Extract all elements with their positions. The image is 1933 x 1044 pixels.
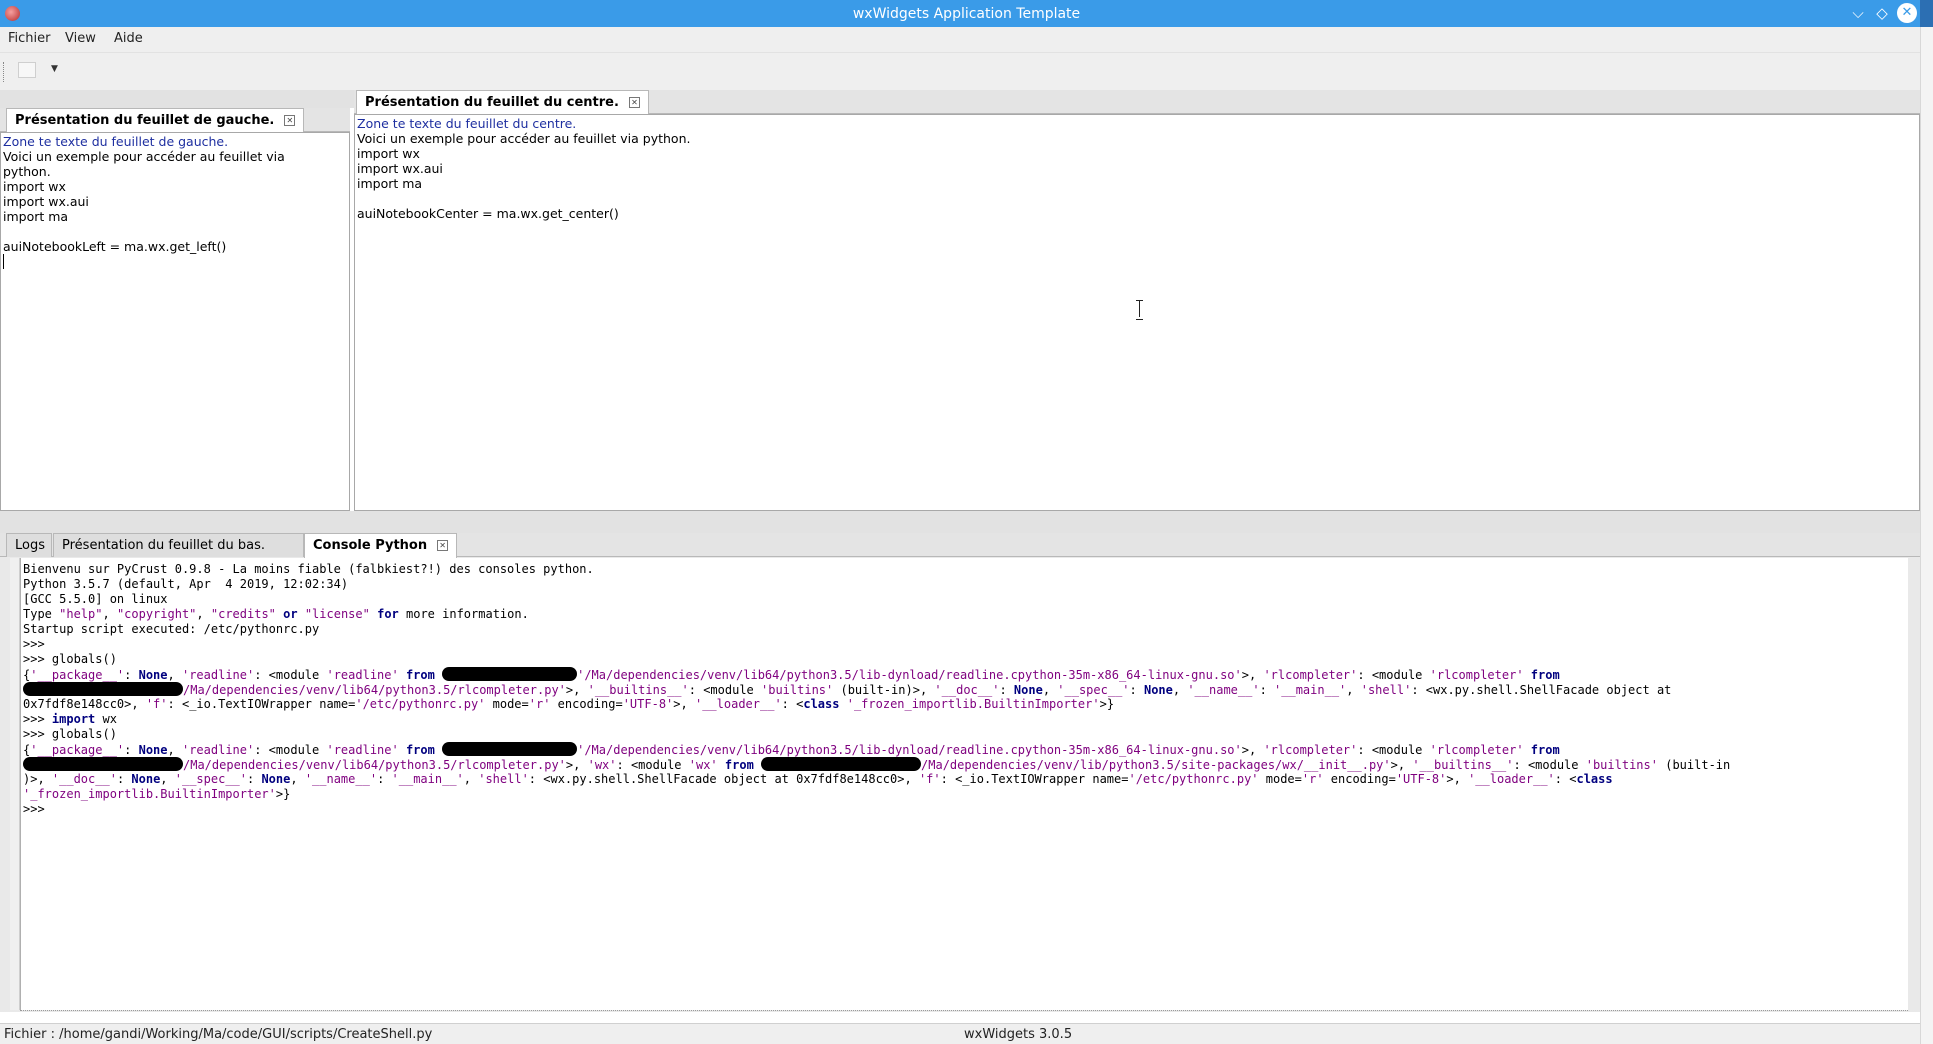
bottom-notebook: Logs Présentation du feuillet du bas. Co… — [0, 533, 1920, 1012]
middle-sash[interactable] — [0, 511, 1920, 533]
status-version: wxWidgets 3.0.5 — [964, 1027, 1073, 1042]
menu-bar: Fichier View Aide — [0, 27, 1920, 52]
console-line: >>> globals() — [23, 727, 117, 741]
menu-view[interactable]: View — [65, 31, 96, 46]
console-line: >>> import wx — [23, 712, 117, 726]
center-tab-bar: Présentation du feuillet du centre. ✕ — [354, 90, 1920, 115]
tab-logs[interactable]: Logs — [6, 533, 52, 557]
window-title: wxWidgets Application Template — [852, 6, 1081, 22]
maximize-button[interactable]: ◇ — [1872, 3, 1892, 23]
minimize-button[interactable]: ⌵ — [1848, 3, 1868, 23]
console-line: Startup script executed: /etc/pythonrc.p… — [23, 622, 320, 636]
left-tab-bar: Présentation du feuillet de gauche. ✕ — [0, 108, 350, 133]
left-notebook: Présentation du feuillet de gauche. ✕ Zon… — [0, 108, 350, 511]
bottom-tab-bar: Logs Présentation du feuillet du bas. Co… — [0, 533, 1920, 558]
text-line: import wx.aui — [357, 161, 443, 176]
tab-label: Logs — [15, 538, 45, 553]
text-line: import wx — [3, 179, 66, 194]
text-line — [357, 191, 1917, 206]
text-line: import wx — [357, 146, 420, 161]
text-line: Zone te texte du feuillet de gauche. — [3, 134, 229, 149]
redacted-path — [23, 682, 183, 696]
text-line — [3, 224, 347, 239]
tab-label: Présentation du feuillet du centre. — [365, 95, 619, 110]
tab-label: Présentation du feuillet du bas. — [62, 538, 266, 553]
text-line: Voici un exemple pour accéder au feuille… — [3, 149, 285, 164]
status-file-path: Fichier : /home/gandi/Working/Ma/code/GU… — [4, 1027, 433, 1042]
tab-center-presentation[interactable]: Présentation du feuillet du centre. ✕ — [356, 90, 649, 115]
close-button[interactable]: ✕ — [1897, 3, 1917, 23]
tab-label: Console Python — [313, 538, 428, 553]
redacted-path — [442, 742, 578, 756]
tab-left-presentation[interactable]: Présentation du feuillet de gauche. ✕ — [6, 108, 305, 133]
toolbar-grip[interactable] — [3, 62, 6, 82]
console-line: Python 3.5.7 (default, Apr 4 2019, 12:02… — [23, 577, 349, 591]
text-cursor-icon — [1136, 300, 1144, 320]
toolbar-dropdown-icon[interactable]: ▼ — [51, 64, 58, 74]
tab-close-icon[interactable]: ✕ — [437, 540, 449, 551]
text-line: auiNotebookCenter = ma.wx.get_center() — [357, 206, 619, 221]
toolbar: ▼ — [0, 52, 1920, 90]
desktop-edge — [1920, 0, 1933, 27]
console-line: /Ma/dependencies/venv/lib64/python3.5/rl… — [23, 757, 1906, 772]
tab-console-python[interactable]: Console Python ✕ — [304, 533, 458, 558]
tab-close-icon[interactable]: ✕ — [628, 97, 640, 108]
text-line: import ma — [357, 176, 423, 191]
tab-bottom-presentation[interactable]: Présentation du feuillet du bas. — [53, 533, 304, 557]
text-line: Voici un exemple pour accéder au feuille… — [357, 131, 691, 146]
text-line: import wx.aui — [3, 194, 89, 209]
status-bar: Fichier : /home/gandi/Working/Ma/code/GU… — [0, 1023, 1920, 1044]
console-prompt: >>> — [23, 637, 45, 651]
console-gutter — [10, 558, 20, 1010]
python-console[interactable]: Bienvenu sur PyCrust 0.9.8 - La moins fi… — [20, 558, 1908, 1010]
console-line: {'__package__': None, 'readline': <modul… — [23, 742, 1560, 757]
text-line: import ma — [3, 209, 69, 224]
redacted-path — [23, 757, 183, 771]
console-line: >>> globals() — [23, 652, 117, 666]
title-bar: wxWidgets Application Template ⌵ ◇ ✕ — [0, 0, 1933, 27]
redacted-path — [442, 667, 578, 681]
tab-label: Présentation du feuillet de gauche. — [15, 113, 275, 128]
menu-fichier[interactable]: Fichier — [8, 31, 51, 46]
console-line: {'__package__': None, 'readline': <modul… — [23, 667, 1560, 682]
side-strip — [1920, 27, 1933, 1044]
new-file-icon[interactable] — [18, 62, 36, 78]
console-scroll-edge — [20, 1010, 1908, 1012]
tab-close-icon[interactable]: ✕ — [284, 115, 296, 126]
left-text-area[interactable]: Zone te texte du feuillet de gauche. Voi… — [0, 132, 350, 511]
menu-aide[interactable]: Aide — [114, 31, 143, 46]
console-line: 0x7fdf8e148cc0>, 'f': <_io.TextIOWrapper… — [23, 697, 1115, 711]
text-line: auiNotebookLeft = ma.wx.get_left() — [3, 239, 227, 254]
redacted-path — [761, 757, 922, 771]
console-line: )>, '__doc__': None, '__spec__': None, '… — [23, 772, 1613, 786]
console-line: [GCC 5.5.0] on linux — [23, 592, 168, 606]
text-line: Zone te texte du feuillet du centre. — [357, 116, 577, 131]
text-caret — [3, 254, 4, 269]
text-line: python. — [3, 164, 51, 179]
console-line: Bienvenu sur PyCrust 0.9.8 - La moins fi… — [23, 562, 594, 576]
console-line: Type "help", "copyright", "credits" or "… — [23, 607, 529, 621]
console-line: /Ma/dependencies/venv/lib64/python3.5/rl… — [23, 682, 1906, 697]
console-line: '_frozen_importlib.BuiltinImporter'>} — [23, 787, 291, 801]
console-prompt: >>> — [23, 802, 45, 816]
